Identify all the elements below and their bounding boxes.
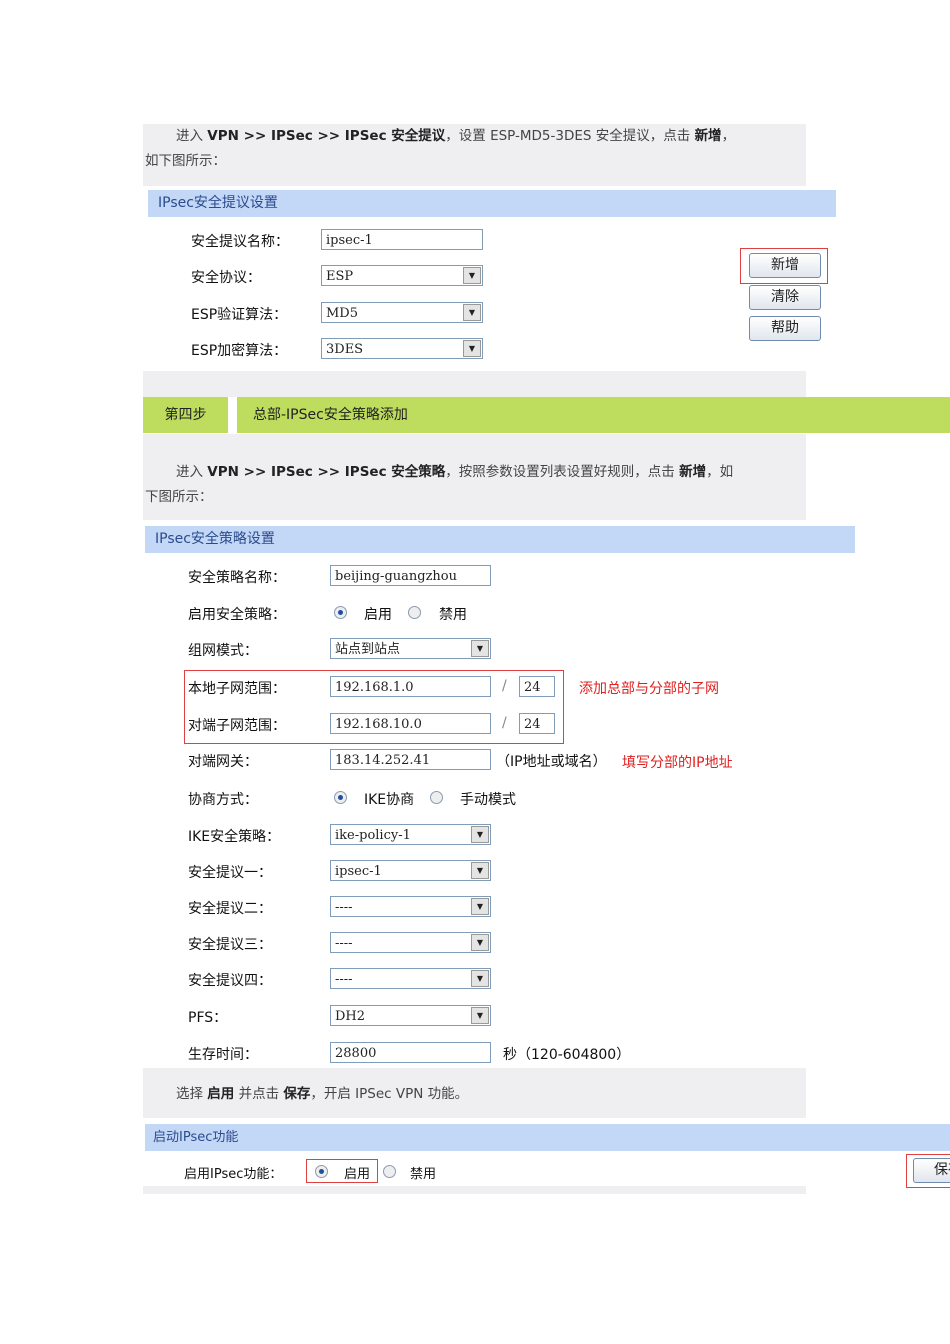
radio-disable-policy[interactable] [408,606,421,619]
label: 安全策略名称： [188,570,286,586]
select-value: ---- [335,936,353,951]
label: 启用安全策略： [188,607,286,623]
proposal-name-input[interactable]: ipsec-1 [321,229,483,250]
local-mask-input[interactable]: 24 [519,676,555,697]
remote-subnet-input[interactable]: 192.168.10.0 [330,713,491,734]
section-header-proposal: IPsec安全提议设置 [148,190,836,217]
encryption-algorithm-select[interactable]: 3DES ▼ [321,338,483,359]
radio-label: 手动模式 [460,792,516,808]
proposal-4-select[interactable]: ---- ▼ [330,968,491,989]
label: ESP加密算法： [191,343,288,359]
hint: （IP地址或域名） [496,754,607,770]
select-value: 站点到站点 [335,642,401,657]
chevron-down-icon: ▼ [471,970,489,987]
chevron-down-icon: ▼ [463,267,481,284]
label: 对端子网范围： [188,718,286,734]
clear-button[interactable]: 清除 [749,285,821,310]
chevron-down-icon: ▼ [471,934,489,951]
select-value: ike-policy-1 [335,828,411,843]
radio-label: 启用 [344,1167,371,1182]
annotation-note: 添加总部与分部的子网 [579,681,719,697]
remote-gateway-input[interactable]: 183.14.252.41 [330,749,491,770]
label: 启用IPsec功能： [184,1167,283,1182]
pfs-select[interactable]: DH2 ▼ [330,1005,491,1026]
select-value: ---- [335,900,353,915]
radio-disable-ipsec[interactable] [383,1165,396,1178]
proposal-2-select[interactable]: ---- ▼ [330,896,491,917]
label: 组网模式： [188,643,258,659]
chevron-down-icon: ▼ [471,640,489,657]
label: 安全提议名称： [191,234,289,250]
proposal-1-select[interactable]: ipsec-1 ▼ [330,860,491,881]
chevron-down-icon: ▼ [471,898,489,915]
chevron-down-icon: ▼ [463,340,481,357]
add-button[interactable]: 新增 [749,253,821,278]
local-subnet-input[interactable]: 192.168.1.0 [330,676,491,697]
label: 协商方式： [188,792,258,808]
label: 对端网关： [188,754,258,770]
label: 安全协议： [191,270,261,286]
instruction-text-3: 选择 启用 并点击 保存，开启 IPSec VPN 功能。 [176,1086,469,1102]
save-button[interactable]: 保存 [913,1158,950,1183]
chevron-down-icon: ▼ [471,862,489,879]
step-title: 总部-IPSec安全策略添加 [237,397,950,433]
radio-ike[interactable] [334,791,347,804]
radio-label: 启用 [364,607,392,623]
radio-label: 禁用 [410,1167,437,1182]
help-button[interactable]: 帮助 [749,316,821,341]
proposal-3-select[interactable]: ---- ▼ [330,932,491,953]
select-value: ESP [326,269,354,284]
select-value: ---- [335,972,353,987]
radio-manual[interactable] [430,791,443,804]
section-header-enable: 启动IPsec功能 [145,1124,950,1151]
label: 生存时间： [188,1047,258,1063]
label: 安全提议四： [188,973,272,989]
label: 安全提议三： [188,937,272,953]
radio-enable-ipsec[interactable] [315,1165,328,1178]
instruction-text-1: 进入 VPN >> IPSec >> IPSec 安全提议，设置 ESP-MD5… [176,128,736,144]
radio-label: IKE协商 [364,792,415,808]
radio-label: 禁用 [439,607,467,623]
step-number: 第四步 [143,397,228,433]
hint: 秒（120-604800） [503,1047,631,1063]
spacer [143,1186,806,1194]
chevron-down-icon: ▼ [471,826,489,843]
section-header-policy: IPsec安全策略设置 [145,526,855,553]
label: ESP验证算法： [191,307,288,323]
instruction-text-2: 进入 VPN >> IPSec >> IPSec 安全策略，按照参数设置列表设置… [176,464,734,480]
chevron-down-icon: ▼ [471,1007,489,1024]
annotation-note: 填写分部的IP地址 [622,755,733,771]
radio-enable-policy[interactable] [334,606,347,619]
network-mode-select[interactable]: 站点到站点 ▼ [330,638,491,659]
instruction-text-2b: 下图所示： [145,489,213,505]
lifetime-input[interactable]: 28800 [330,1042,491,1063]
ike-policy-select[interactable]: ike-policy-1 ▼ [330,824,491,845]
chevron-down-icon: ▼ [463,304,481,321]
label: 安全提议二： [188,901,272,917]
label: 本地子网范围： [188,681,286,697]
label: 安全提议一： [188,865,272,881]
slash: / [502,678,507,694]
select-value: 3DES [326,342,364,357]
protocol-select[interactable]: ESP ▼ [321,265,483,286]
select-value: ipsec-1 [335,864,382,879]
select-value: DH2 [335,1009,366,1024]
label: IKE安全策略： [188,829,281,845]
instruction-text-1b: 如下图所示： [145,153,226,169]
slash: / [502,715,507,731]
remote-mask-input[interactable]: 24 [519,713,555,734]
policy-name-input[interactable]: beijing-guangzhou [330,565,491,586]
auth-algorithm-select[interactable]: MD5 ▼ [321,302,483,323]
select-value: MD5 [326,306,359,321]
label: PFS： [188,1010,228,1026]
spacer [143,371,806,397]
